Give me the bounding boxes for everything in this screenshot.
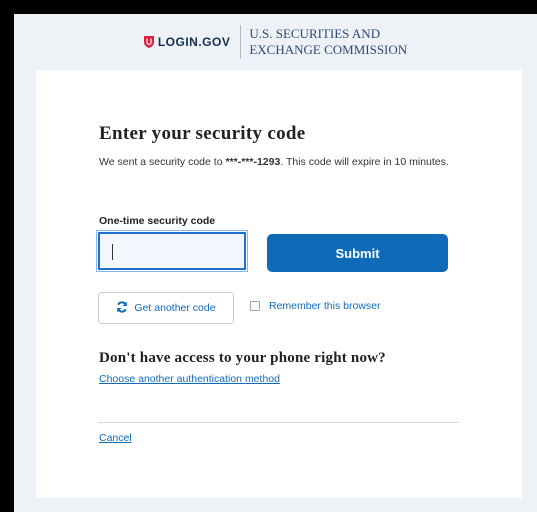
refresh-icon <box>116 300 128 316</box>
description-suffix: . This code will expire in 10 minutes. <box>280 156 449 168</box>
no-phone-heading: Don't have access to your phone right no… <box>99 350 386 366</box>
get-another-code-button[interactable]: Get another code <box>98 292 234 324</box>
agency-name: U.S. SECURITIES AND EXCHANGE COMMISSION <box>249 26 407 58</box>
choose-another-method-link[interactable]: Choose another authentication method <box>99 373 280 385</box>
remember-browser[interactable]: Remember this browser <box>250 300 380 312</box>
text-caret <box>112 244 113 260</box>
agency-name-line2: EXCHANGE COMMISSION <box>249 42 408 57</box>
login-gov-logo[interactable]: LOGIN.GOV <box>143 35 231 49</box>
section-divider <box>98 422 459 423</box>
agency-name-line1: U.S. SECURITIES AND <box>249 26 381 41</box>
phone-mask: ***-***- <box>225 156 257 168</box>
remember-browser-checkbox[interactable] <box>250 301 260 311</box>
remember-browser-label[interactable]: Remember this browser <box>269 300 380 312</box>
logo-text: LOGIN.GOV <box>157 35 231 49</box>
header-divider <box>240 25 242 59</box>
submit-button-label: Submit <box>335 245 380 261</box>
phone-last4: 1293 <box>256 156 281 168</box>
get-another-code-label: Get another code <box>134 302 216 314</box>
page-title: Enter your security code <box>99 123 306 144</box>
code-sent-description: We sent a security code to ***-***-1293.… <box>99 154 459 171</box>
shield-icon <box>143 36 154 48</box>
browser-viewport: LOGIN.GOV U.S. SECURITIES AND EXCHANGE C… <box>14 14 537 512</box>
security-code-input[interactable] <box>96 230 248 272</box>
main-card: Enter your security code We sent a secur… <box>36 70 522 498</box>
description-prefix: We sent a security code to <box>99 156 226 168</box>
submit-button[interactable]: Submit <box>267 234 448 272</box>
code-field-label: One-time security code <box>99 215 216 227</box>
phone-number-masked: ***-***-1293 <box>225 156 280 168</box>
cancel-link[interactable]: Cancel <box>99 432 132 444</box>
site-header: LOGIN.GOV U.S. SECURITIES AND EXCHANGE C… <box>14 14 537 70</box>
